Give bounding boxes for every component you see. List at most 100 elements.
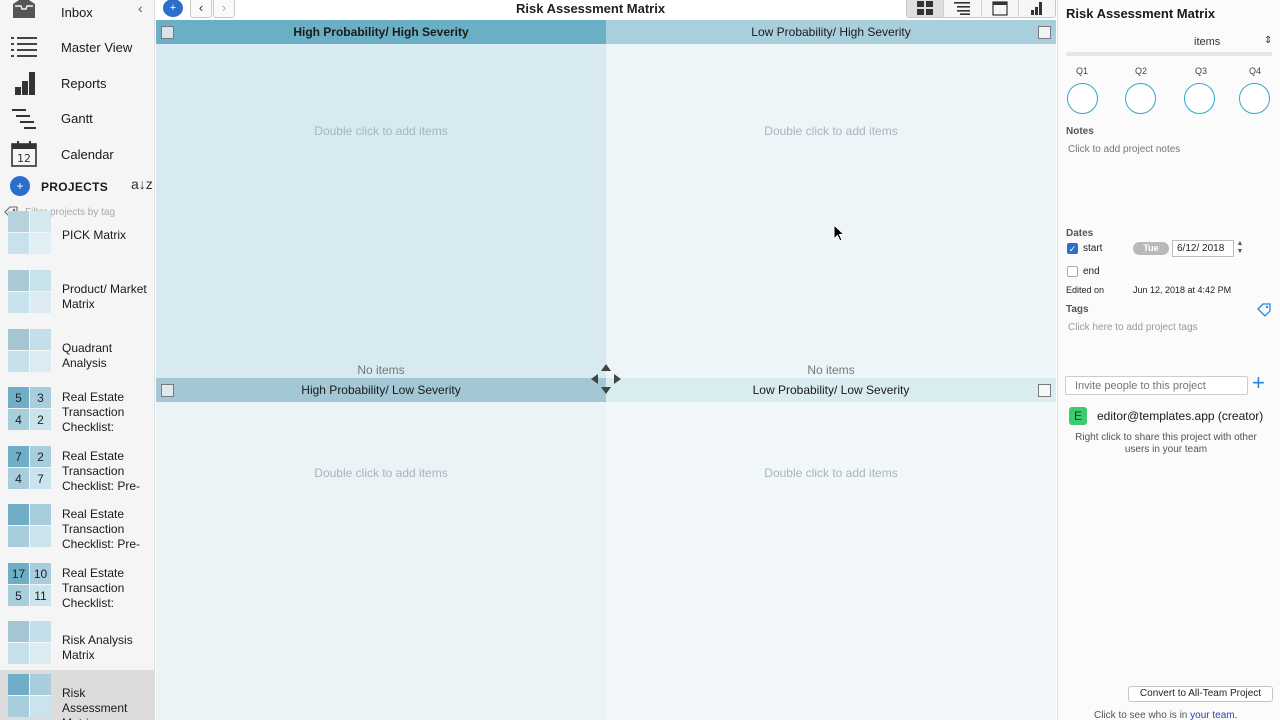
- project-count: 2: [30, 446, 51, 467]
- forward-button[interactable]: ›: [213, 0, 235, 18]
- quadrant-checkbox[interactable]: [161, 384, 174, 397]
- project-count: [8, 696, 29, 717]
- project-item[interactable]: Real Estate Transaction Checklist: Pre-: [0, 500, 154, 558]
- invite-add-button[interactable]: +: [1252, 371, 1265, 395]
- sort-az-button[interactable]: a↓z: [131, 176, 153, 192]
- project-name: PICK Matrix: [62, 228, 127, 242]
- project-count: [30, 504, 51, 525]
- quarter-progress-q3: [1184, 83, 1215, 114]
- project-item[interactable]: Risk Assessment Matrix: [0, 670, 154, 720]
- add-tag-icon[interactable]: [1257, 303, 1271, 317]
- project-count: [30, 674, 51, 695]
- start-date-field[interactable]: 6/12/ 2018: [1172, 240, 1234, 257]
- projects-title: PROJECTS: [41, 180, 109, 194]
- quadrant-checkbox[interactable]: [161, 26, 174, 39]
- list-view-button[interactable]: [944, 0, 982, 17]
- quadrant-empty-label: No items: [807, 363, 855, 377]
- calendar-icon-text: 12: [17, 152, 31, 165]
- quadrant-low-prob-low-sev[interactable]: Low Probability/ Low Severity Double cli…: [606, 378, 1056, 720]
- quadrant-high-prob-low-sev[interactable]: High Probability/ Low Severity Double cl…: [156, 378, 606, 720]
- end-label: end: [1083, 266, 1100, 277]
- project-count: [8, 504, 29, 525]
- tags-field[interactable]: Click here to add project tags: [1068, 322, 1198, 333]
- report-view-button[interactable]: [1018, 0, 1055, 17]
- project-count: [30, 270, 51, 291]
- project-item[interactable]: Product/ Market Matrix: [0, 266, 154, 324]
- quadrant-low-prob-high-sev[interactable]: Low Probability/ High Severity Double cl…: [606, 20, 1056, 378]
- project-count: [8, 351, 29, 372]
- report-view-icon: [1030, 1, 1042, 15]
- updown-chevron-icon: ⇕: [1264, 35, 1273, 46]
- dates-title: Dates: [1066, 228, 1094, 239]
- nav-item-reports[interactable]: Reports: [0, 66, 154, 100]
- quarter-progress-q2: [1125, 83, 1156, 114]
- add-item-button[interactable]: +: [163, 0, 183, 17]
- nav-item-gantt[interactable]: Gantt: [0, 101, 154, 135]
- quadrant-title: Low Probability/ High Severity: [606, 20, 1056, 44]
- project-count: 17: [8, 563, 29, 584]
- list-icon: [11, 37, 37, 57]
- date-stepper[interactable]: ▲ ▼: [1235, 240, 1245, 257]
- nav-label: Inbox: [61, 4, 93, 20]
- project-thumbnail: 17 10 5 11: [8, 563, 51, 606]
- project-item[interactable]: PICK Matrix: [0, 211, 154, 257]
- list-view-icon: [954, 1, 971, 15]
- project-name: Risk Analysis Matrix: [62, 633, 133, 662]
- back-button[interactable]: ‹: [190, 0, 212, 18]
- project-count: [30, 329, 51, 350]
- quadrant-high-prob-high-sev[interactable]: High Probability/ High Severity Double c…: [156, 20, 606, 378]
- gantt-icon: [12, 109, 36, 129]
- add-project-button[interactable]: +: [10, 176, 30, 196]
- project-name: Real Estate Transaction Checklist: Pre-: [62, 449, 141, 493]
- project-thumbnail: [8, 329, 51, 372]
- team-link[interactable]: your team.: [1190, 710, 1237, 720]
- view-switcher: [906, 0, 1056, 18]
- project-item[interactable]: Risk Analysis Matrix: [0, 617, 154, 675]
- tags-title: Tags: [1066, 304, 1089, 315]
- quadrant-hint: Double click to add items: [764, 466, 898, 480]
- nav-item-master-view[interactable]: Master View: [0, 30, 154, 64]
- quadrant-checkbox[interactable]: [1038, 384, 1051, 397]
- end-checkbox[interactable]: [1067, 266, 1078, 277]
- calendar-icon: 12: [11, 141, 37, 167]
- items-select[interactable]: items ⇕: [1194, 35, 1272, 48]
- project-count: [30, 526, 51, 547]
- project-name: Quadrant Analysis: [62, 341, 113, 370]
- calendar-view-button[interactable]: [981, 0, 1019, 17]
- project-count: 10: [30, 563, 51, 584]
- project-item[interactable]: 7 2 4 7 Real Estate Transaction Checklist: P…: [0, 442, 154, 500]
- start-checkbox[interactable]: ✓: [1067, 243, 1078, 254]
- invite-input[interactable]: [1065, 376, 1248, 395]
- team-hint-text: Click to see who is in: [1094, 710, 1191, 720]
- project-count: 4: [8, 409, 29, 430]
- project-name: Risk Assessment Matrix: [62, 686, 128, 720]
- nav-label: Reports: [61, 75, 107, 91]
- project-count: 4: [8, 468, 29, 489]
- nav-label: Gantt: [61, 110, 93, 126]
- project-count: 5: [8, 585, 29, 606]
- quadrant-title-text: Low Probability/ High Severity: [751, 25, 911, 39]
- quadrant-checkbox[interactable]: [1038, 26, 1051, 39]
- project-count: [30, 621, 51, 642]
- project-count: [8, 233, 29, 254]
- project-item[interactable]: 17 10 5 11 Real Estate Transaction Checklist…: [0, 559, 154, 617]
- move-handle-icon[interactable]: [590, 363, 622, 395]
- grid-view-button[interactable]: [907, 0, 945, 17]
- notes-field[interactable]: Click to add project notes: [1068, 144, 1180, 155]
- project-thumbnail: [8, 270, 51, 313]
- quadrant-hint: Double click to add items: [314, 466, 448, 480]
- project-item[interactable]: Quadrant Analysis: [0, 325, 154, 383]
- quadrant-empty-label: No items: [357, 363, 405, 377]
- nav-item-inbox[interactable]: Inbox: [0, 0, 154, 29]
- project-count: 7: [8, 446, 29, 467]
- project-item[interactable]: 5 3 4 2 Real Estate Transaction Checklist:: [0, 383, 154, 441]
- quadrant-hint: Double click to add items: [764, 124, 898, 138]
- nav-item-calendar[interactable]: 12 Calendar: [0, 137, 154, 171]
- sidebar: ‹ Inbox Master View Reports Gantt 12 Cal…: [0, 0, 155, 720]
- convert-team-project-button[interactable]: Convert to All-Team Project: [1128, 686, 1273, 702]
- project-thumbnail: [8, 504, 51, 547]
- start-label: start: [1083, 243, 1103, 254]
- quarter-label: Q2: [1135, 66, 1148, 76]
- project-name: Product/ Market Matrix: [62, 282, 147, 311]
- project-count: [8, 621, 29, 642]
